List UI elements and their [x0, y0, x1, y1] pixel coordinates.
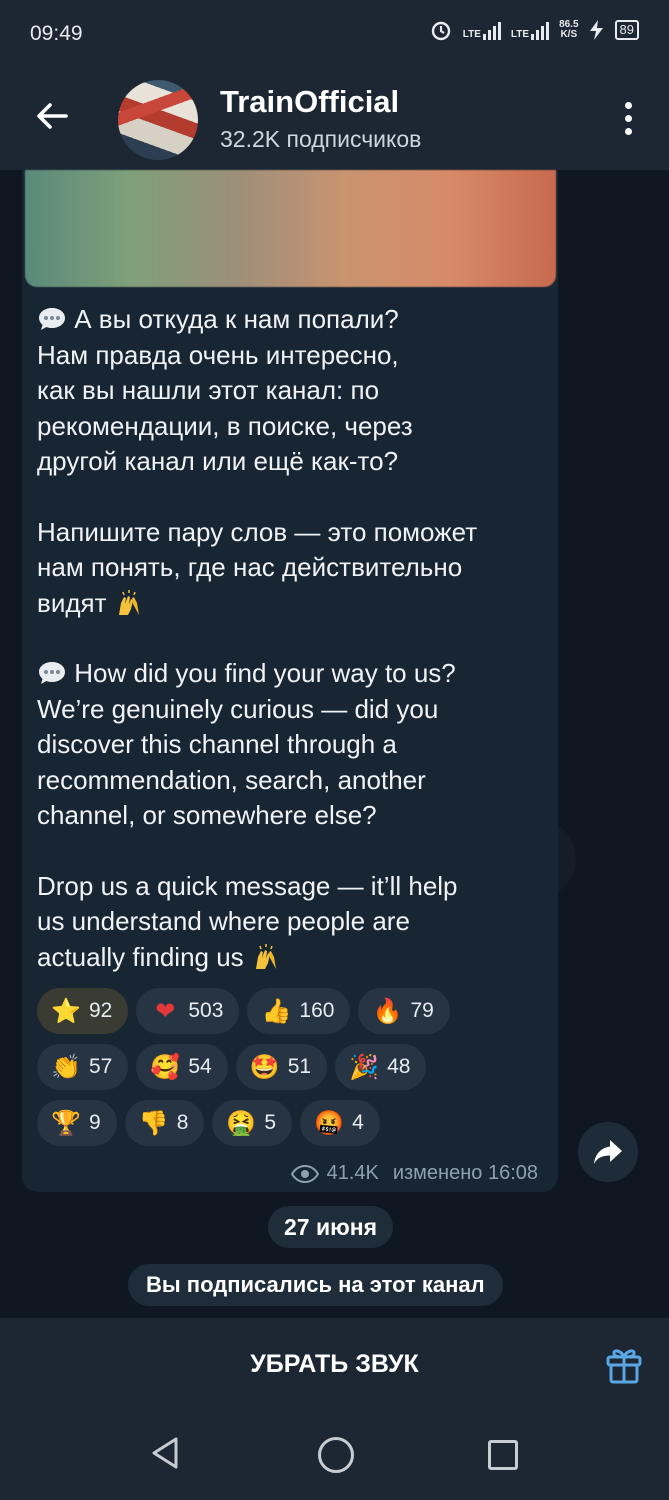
- channel-title[interactable]: TrainOfficial: [220, 84, 399, 120]
- date-separator: 27 июня: [268, 1206, 394, 1248]
- net-speed: 86.5 K/S: [559, 20, 578, 40]
- reaction-trophy[interactable]: 🏆 9: [37, 1100, 117, 1146]
- reaction-count: 92: [89, 999, 113, 1022]
- thumbs-up-icon: 👍: [261, 997, 292, 1025]
- share-arrow-icon: [594, 1140, 622, 1164]
- status-icons: LTE LTE 86.5 K/S 89: [429, 18, 639, 42]
- reaction-star-struck[interactable]: 🤩 51: [235, 1044, 328, 1090]
- status-bar: 09:49 LTE LTE 86.5 K/S 89: [0, 0, 669, 66]
- subscriber-count: 32.2K подписчиков: [220, 126, 422, 152]
- signal-bars-2-icon: [531, 20, 550, 40]
- reaction-count: 4: [352, 1111, 364, 1134]
- view-count: 41.4K: [326, 1162, 379, 1184]
- post-paragraph-3: How did you find your way to us? We’re g…: [37, 656, 547, 834]
- alarm-icon: [431, 21, 450, 41]
- signal-1: LTE: [463, 20, 501, 40]
- nav-recents-icon[interactable]: [488, 1440, 518, 1470]
- post-text: А вы откуда к нам попали? Нам правда оче…: [37, 302, 547, 975]
- reaction-count: 8: [176, 1111, 189, 1134]
- post-paragraph-2-text: Напишите пару слов — это поможет нам пон…: [37, 516, 478, 618]
- mute-button[interactable]: УБРАТЬ ЗВУК: [0, 1318, 669, 1410]
- raised-hands-icon: [118, 589, 139, 615]
- reaction-heart[interactable]: ❤ 503: [136, 988, 240, 1034]
- reaction-count: 79: [410, 999, 434, 1022]
- post-paragraph-4: Drop us a quick message — it’ll help us …: [37, 869, 547, 976]
- channel-avatar[interactable]: [118, 80, 198, 160]
- reaction-thumbs-down[interactable]: 👎 8: [124, 1100, 205, 1146]
- post-paragraph-3-text: How did you find your way to us? We’re g…: [37, 658, 456, 830]
- reaction-count: 9: [89, 1111, 101, 1134]
- reaction-clap[interactable]: 👏 57: [37, 1044, 129, 1090]
- edited-time: изменено 16:08: [392, 1162, 538, 1184]
- reaction-count: 48: [387, 1055, 411, 1078]
- share-button[interactable]: [578, 1122, 638, 1182]
- reaction-count: 57: [89, 1055, 113, 1078]
- star-struck-icon: 🤩: [249, 1053, 280, 1081]
- signal-bars-1-icon: [482, 20, 501, 40]
- clapping-hands-icon: 👏: [51, 1053, 81, 1081]
- reaction-count: 503: [188, 999, 224, 1022]
- reaction-count: 160: [299, 999, 335, 1022]
- reaction-fire[interactable]: 🔥 79: [358, 988, 450, 1034]
- reaction-thumbs-up[interactable]: 👍 160: [247, 988, 351, 1034]
- raised-hands-icon: [255, 943, 276, 969]
- back-arrow-icon[interactable]: [32, 96, 72, 136]
- gift-icon[interactable]: [605, 1344, 643, 1384]
- post-paragraph-1-text: А вы откуда к нам попали? Нам правда оче…: [37, 304, 413, 476]
- heart-icon: ❤: [155, 997, 176, 1025]
- post-media-image[interactable]: [25, 170, 556, 287]
- reaction-nauseated[interactable]: 🤮 5: [212, 1100, 293, 1146]
- star-icon: ⭐: [51, 997, 81, 1025]
- smiling-face-with-hearts-icon: 🥰: [150, 1053, 181, 1081]
- reaction-party[interactable]: 🎉 48: [335, 1044, 427, 1090]
- chat-header: TrainOfficial 32.2K подписчиков: [0, 66, 669, 170]
- post-paragraph-4-text: Drop us a quick message — it’ll help us …: [37, 870, 458, 972]
- system-nav-bar: [0, 1410, 669, 1500]
- nauseated-face-icon: 🤮: [226, 1109, 257, 1137]
- post-meta: 41.4K изменено 16:08: [290, 1162, 538, 1185]
- post-paragraph-1: А вы откуда к нам попали? Нам правда оче…: [37, 302, 547, 480]
- charging-icon: [589, 20, 603, 40]
- post-paragraph-2: Напишите пару слов — это поможет нам пон…: [37, 515, 547, 622]
- reaction-count: 54: [188, 1055, 212, 1078]
- trophy-icon: 🏆: [51, 1109, 81, 1137]
- eye-icon: [290, 1164, 319, 1183]
- nav-back-icon[interactable]: [148, 1435, 182, 1471]
- cursing-face-icon: 🤬: [314, 1109, 344, 1137]
- reaction-count: 5: [264, 1111, 277, 1134]
- service-message: Вы подписались на этот канал: [128, 1264, 503, 1306]
- lte-label-1: LTE: [462, 29, 481, 40]
- lte-label-2: LTE: [510, 29, 530, 40]
- clock: 09:49: [30, 22, 83, 45]
- thumbs-down-icon: 👎: [138, 1109, 169, 1137]
- speech-bubble-icon: [39, 662, 65, 684]
- net-speed-unit: K/S: [560, 29, 578, 40]
- reactions: ⭐ 92 ❤ 503 👍 160 🔥 79 👏 57 🥰 54 🤩 51 🎉 48 🏆 9 👎 8 …: [37, 988, 547, 1156]
- speech-bubble-icon: [39, 308, 65, 330]
- reaction-star[interactable]: ⭐ 92: [37, 988, 129, 1034]
- reaction-hearts-face[interactable]: 🥰 54: [136, 1044, 228, 1090]
- reaction-cursing[interactable]: 🤬 4: [300, 1100, 380, 1146]
- reaction-count: 51: [287, 1055, 312, 1078]
- nav-home-icon[interactable]: [318, 1437, 354, 1473]
- bottom-bar: УБРАТЬ ЗВУК: [0, 1318, 669, 1410]
- more-menu-icon[interactable]: [625, 102, 633, 135]
- post-bubble[interactable]: А вы откуда к нам попали? Нам правда оче…: [22, 170, 558, 1192]
- party-popper-icon: 🎉: [349, 1053, 380, 1081]
- fire-icon: 🔥: [372, 997, 403, 1025]
- battery-icon: 89: [614, 20, 639, 40]
- signal-2: LTE: [510, 20, 550, 40]
